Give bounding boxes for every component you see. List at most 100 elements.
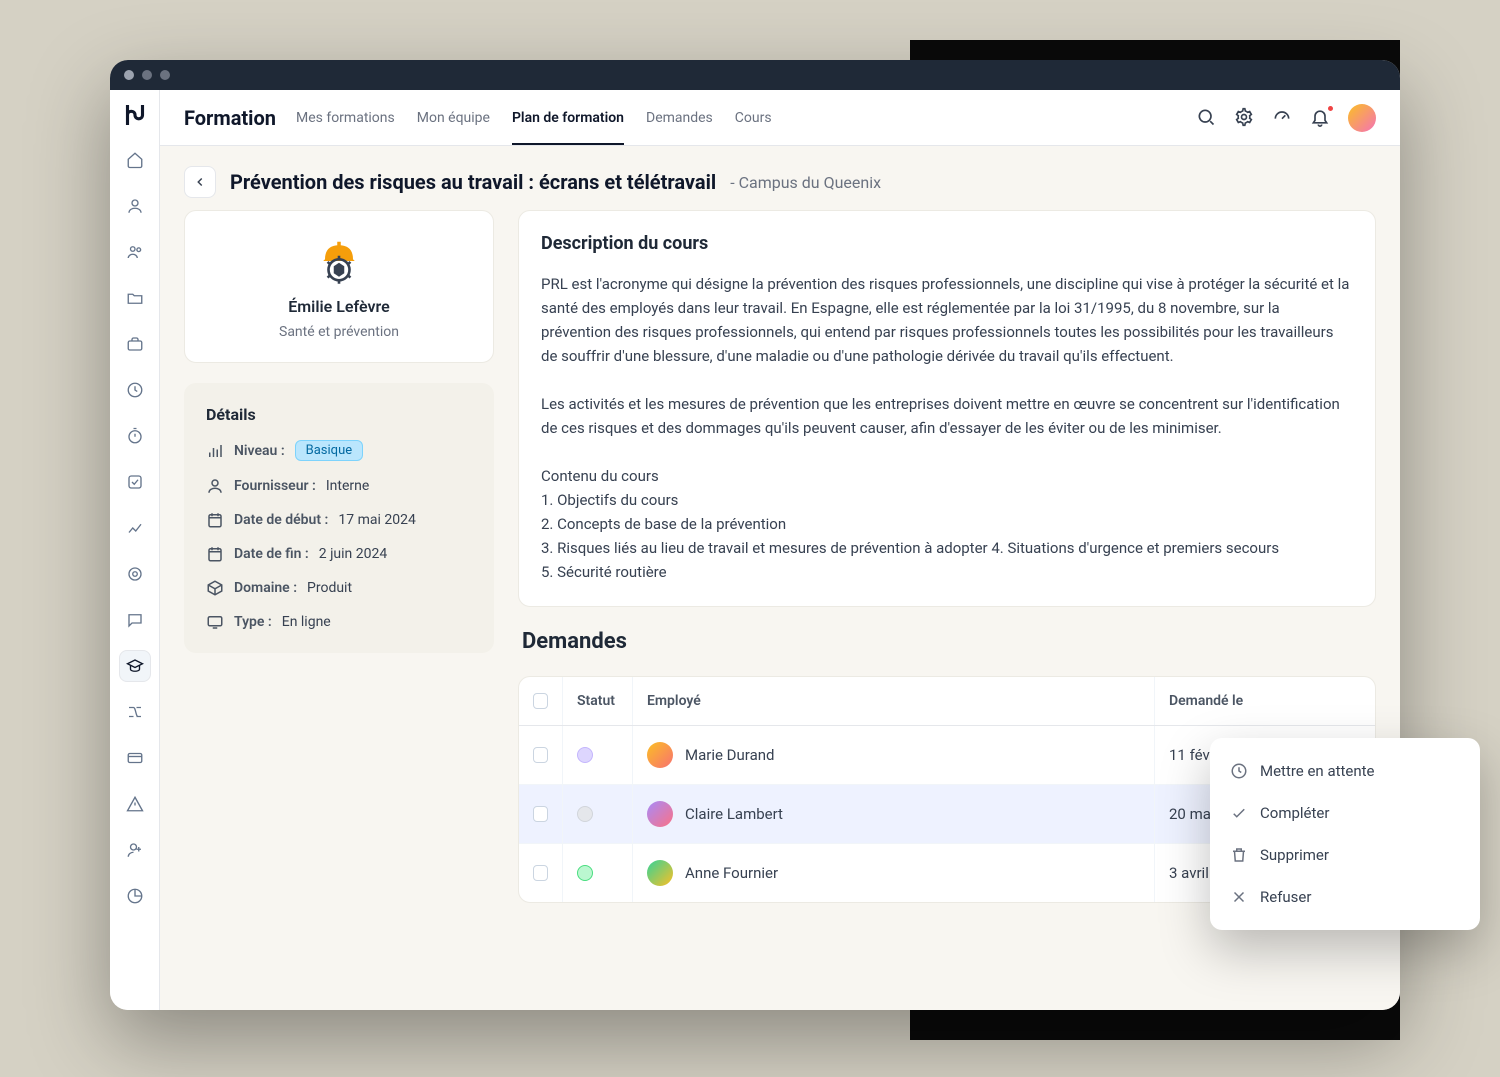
screen-icon: [206, 613, 224, 631]
detail-label: Type :: [234, 614, 272, 630]
status-indicator: [577, 865, 593, 881]
page-title: Prévention des risques au travail : écra…: [230, 170, 716, 194]
module-title: Formation: [184, 106, 276, 130]
calendar-end-icon: [206, 545, 224, 563]
detail-label: Domaine :: [234, 580, 297, 596]
row-checkbox[interactable]: [533, 865, 548, 881]
tab-label: Cours: [735, 110, 772, 126]
window-max-dot[interactable]: [160, 70, 170, 80]
search-icon[interactable]: [1196, 107, 1218, 129]
tab-my-team[interactable]: Mon équipe: [417, 90, 490, 145]
nav-adduser-icon[interactable]: [119, 834, 151, 866]
tabs: Mes formations Mon équipe Plan de format…: [296, 90, 772, 145]
nav-card-icon[interactable]: [119, 742, 151, 774]
nav-person-icon[interactable]: [119, 190, 151, 222]
employee-avatar: [647, 742, 673, 768]
detail-domain: Domaine : Produit: [206, 579, 472, 597]
employee-name: Marie Durand: [685, 746, 774, 764]
detail-label: Fournisseur :: [234, 478, 316, 494]
detail-level: Niveau : Basique: [206, 440, 472, 461]
details-heading: Détails: [206, 405, 472, 424]
topbar: Formation Mes formations Mon équipe Plan…: [160, 90, 1400, 146]
nav-folder-icon[interactable]: [119, 282, 151, 314]
select-all-checkbox[interactable]: [533, 693, 548, 709]
detail-end-date: Date de fin : 2 juin 2024: [206, 545, 472, 563]
status-indicator: [577, 747, 593, 763]
nav-clock-icon[interactable]: [119, 374, 151, 406]
safety-gear-icon: [311, 233, 367, 289]
employee-avatar: [647, 860, 673, 886]
tab-label: Mes formations: [296, 110, 395, 126]
provider-icon: [206, 477, 224, 495]
menu-hold[interactable]: Mettre en attente: [1210, 750, 1480, 792]
detail-start-date: Date de début : 17 mai 2024: [206, 511, 472, 529]
nav-people-icon[interactable]: [119, 236, 151, 268]
menu-delete[interactable]: Supprimer: [1210, 834, 1480, 876]
context-menu: Mettre en attente Compléter Supprimer Re…: [1210, 738, 1480, 930]
detail-provider: Fournisseur : Interne: [206, 477, 472, 495]
detail-value: Produit: [307, 580, 352, 596]
col-employee: Employé: [633, 677, 1155, 725]
app-logo[interactable]: [120, 100, 150, 130]
window-close-dot[interactable]: [124, 70, 134, 80]
back-button[interactable]: [184, 166, 216, 198]
description-heading: Description du cours: [541, 233, 1353, 254]
page-subtitle: - Campus du Queenix: [730, 173, 881, 192]
tab-label: Mon équipe: [417, 110, 490, 126]
nav-check-shield-icon[interactable]: [119, 466, 151, 498]
detail-label: Date de fin :: [234, 546, 309, 562]
gauge-icon[interactable]: [1272, 107, 1294, 129]
requests-heading: Demandes: [522, 629, 1376, 654]
tab-label: Plan de formation: [512, 110, 624, 126]
nav-pie-icon[interactable]: [119, 880, 151, 912]
author-category: Santé et prévention: [279, 324, 399, 340]
tab-requests[interactable]: Demandes: [646, 90, 713, 145]
menu-label: Mettre en attente: [1260, 762, 1375, 780]
menu-complete[interactable]: Compléter: [1210, 792, 1480, 834]
nav-chart-icon[interactable]: [119, 512, 151, 544]
row-checkbox[interactable]: [533, 806, 548, 822]
row-checkbox[interactable]: [533, 747, 548, 763]
tab-training-plan[interactable]: Plan de formation: [512, 90, 624, 145]
col-requested: Demandé le: [1155, 677, 1375, 725]
nav-chat-icon[interactable]: [119, 604, 151, 636]
level-badge: Basique: [295, 440, 364, 461]
nav-home-icon[interactable]: [119, 144, 151, 176]
detail-value: 17 mai 2024: [338, 512, 415, 528]
notification-dot: [1327, 105, 1334, 112]
tab-label: Demandes: [646, 110, 713, 126]
tab-my-trainings[interactable]: Mes formations: [296, 90, 395, 145]
user-avatar[interactable]: [1348, 104, 1376, 132]
detail-value: 2 juin 2024: [319, 546, 388, 562]
employee-name: Claire Lambert: [685, 805, 783, 823]
app-window: Formation Mes formations Mon équipe Plan…: [110, 60, 1400, 1010]
menu-label: Refuser: [1260, 888, 1311, 906]
status-indicator: [577, 806, 593, 822]
tab-courses[interactable]: Cours: [735, 90, 772, 145]
employee-avatar: [647, 801, 673, 827]
box-icon: [206, 579, 224, 597]
nav-flow-icon[interactable]: [119, 696, 151, 728]
window-min-dot[interactable]: [142, 70, 152, 80]
nav-graduation-icon[interactable]: [119, 650, 151, 682]
details-card: Détails Niveau : Basique Fournisseur : I…: [184, 383, 494, 653]
bell-icon[interactable]: [1310, 107, 1332, 129]
detail-type: Type : En ligne: [206, 613, 472, 631]
menu-label: Supprimer: [1260, 846, 1329, 864]
nav-target-icon[interactable]: [119, 558, 151, 590]
menu-label: Compléter: [1260, 804, 1329, 822]
detail-label: Date de début :: [234, 512, 328, 528]
description-card: Description du cours PRL est l'acronyme …: [518, 210, 1376, 607]
author-name: Émilie Lefèvre: [288, 297, 389, 316]
page-header: Prévention des risques au travail : écra…: [160, 146, 1400, 210]
sidebar-rail: [110, 90, 160, 1010]
detail-label: Niveau :: [234, 443, 285, 459]
nav-briefcase-icon[interactable]: [119, 328, 151, 360]
table-header: Statut Employé Demandé le: [519, 677, 1375, 726]
gear-icon[interactable]: [1234, 107, 1256, 129]
nav-stopwatch-icon[interactable]: [119, 420, 151, 452]
calendar-start-icon: [206, 511, 224, 529]
detail-value: Interne: [326, 478, 369, 494]
menu-refuse[interactable]: Refuser: [1210, 876, 1480, 918]
nav-warning-icon[interactable]: [119, 788, 151, 820]
